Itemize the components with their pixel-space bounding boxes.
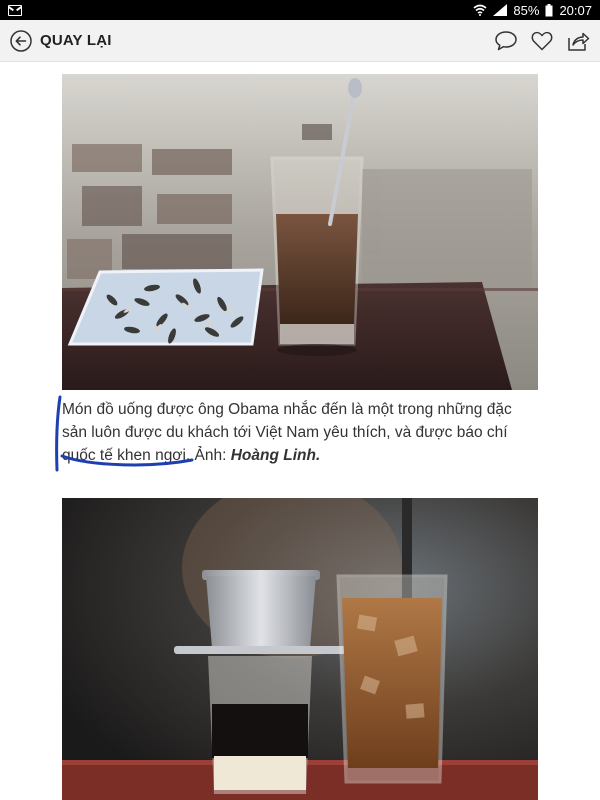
share-button[interactable] <box>566 29 590 53</box>
gmail-icon <box>8 4 22 16</box>
back-label: QUAY LẠI <box>40 32 112 49</box>
status-right: 85% 20:07 <box>473 3 592 18</box>
status-left <box>8 4 22 16</box>
article-photo-coffee-seeds <box>62 74 538 390</box>
photo-caption: Món đồ uống được ông Obama nhắc đến là m… <box>62 398 540 467</box>
like-button[interactable] <box>530 29 554 53</box>
comment-button[interactable] <box>494 29 518 53</box>
battery-icon <box>545 3 553 16</box>
comment-icon <box>495 30 517 50</box>
article-content: Món đồ uống được ông Obama nhắc đến là m… <box>0 62 600 800</box>
heart-icon <box>531 31 553 50</box>
header-actions <box>494 29 590 53</box>
back-button[interactable]: QUAY LẠI <box>10 29 112 52</box>
article-photo-drip-coffee <box>62 498 538 800</box>
clock: 20:07 <box>559 2 592 18</box>
battery-percent: 85% <box>513 2 540 18</box>
signal-icon <box>493 4 508 16</box>
wifi-icon <box>473 4 487 16</box>
back-arrow-icon <box>10 29 32 52</box>
caption-author: Hoàng Linh. <box>230 447 321 464</box>
app-header: QUAY LẠI <box>0 20 600 62</box>
share-icon <box>568 32 590 51</box>
status-bar: 85% 20:07 <box>0 0 600 20</box>
